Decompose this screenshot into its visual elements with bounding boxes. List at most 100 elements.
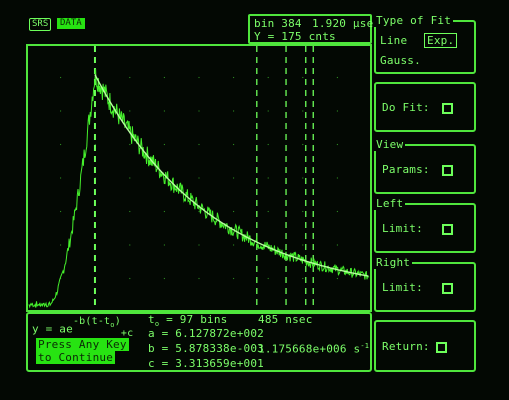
grid-dot	[129, 76, 131, 79]
view-params-button[interactable]: View Params:	[374, 138, 476, 194]
grid-dot	[233, 76, 235, 79]
grid-dot	[163, 277, 165, 280]
grid-dot	[336, 177, 338, 179]
t0-label: t	[148, 313, 155, 326]
return-label: Return:	[382, 340, 430, 353]
grid-dot	[198, 244, 200, 246]
do-fit-button[interactable]: Do Fit:	[374, 82, 476, 132]
grid-dot	[163, 76, 165, 79]
grid-dot	[233, 244, 235, 246]
formula-close: )	[114, 316, 121, 327]
cursor-bin: bin 384	[254, 17, 302, 30]
rate-text: 1.175668e+006 s	[258, 342, 361, 356]
grid-dot	[60, 110, 62, 112]
grid-dot	[129, 277, 131, 280]
right-limit-button[interactable]: Right Limit:	[374, 256, 476, 312]
grid-dot	[302, 177, 304, 179]
params-checkbox[interactable]	[442, 165, 453, 176]
to-continue: to Continue	[36, 351, 116, 364]
fit-formula: y = ae-b(t-to)+c	[32, 316, 133, 339]
grid-dot	[60, 143, 62, 146]
rate-value: 1.175668e+006 s-1	[258, 342, 369, 356]
grid-dot	[198, 76, 200, 79]
fit-gauss-option[interactable]: Gauss.	[380, 54, 421, 67]
fit-exp-label: Exp.	[424, 33, 458, 48]
grid-dot	[198, 177, 200, 179]
fit-line-option[interactable]: Line	[380, 34, 407, 47]
grid-dot	[198, 110, 200, 112]
cursor-y: Y = 175 cnts	[254, 30, 336, 43]
histogram-plot[interactable]	[26, 44, 372, 312]
grid-dot	[198, 143, 200, 146]
return-checkbox[interactable]	[436, 342, 447, 353]
grid-dot	[129, 244, 131, 246]
limit-markers	[93, 46, 314, 310]
press-any-key[interactable]: Press Any Key	[36, 338, 129, 351]
grid-dot	[233, 210, 235, 213]
left-limit-label: Limit:	[382, 222, 423, 235]
do-fit-label: Do Fit:	[382, 101, 430, 114]
plot-grid	[60, 76, 338, 280]
data-trace	[28, 68, 370, 309]
cursor-time: 1.920 μsec	[312, 17, 381, 30]
return-button[interactable]: Return:	[374, 320, 476, 372]
oscilloscope-screen: SRS DATA bin 384 1.920 μsec Y = 175 cnts…	[0, 0, 509, 400]
brand-tag: SRS	[29, 18, 52, 31]
grid-dot	[302, 143, 304, 146]
param-b: b = 5.878338e-003	[148, 342, 264, 355]
params-label: Params:	[382, 163, 430, 176]
grid-dot	[163, 143, 165, 146]
mode-tag: DATA	[57, 18, 85, 29]
view-title: View	[374, 138, 406, 151]
grid-dot	[302, 277, 304, 280]
grid-dot	[60, 244, 62, 246]
grid-dot	[60, 210, 62, 213]
left-limit-button[interactable]: Left Limit:	[374, 197, 476, 253]
fit-exp-option[interactable]: Exp.	[424, 33, 458, 48]
left-title: Left	[374, 197, 406, 210]
grid-dot	[60, 177, 62, 179]
grid-dot	[267, 143, 269, 146]
rate-exp: -1	[360, 342, 370, 350]
grid-dot	[267, 76, 269, 79]
grid-dot	[336, 143, 338, 146]
grid-dot	[302, 110, 304, 112]
grid-dot	[198, 210, 200, 213]
t0-value: = 97 bins	[166, 313, 228, 326]
grid-dot	[233, 177, 235, 179]
grid-dot	[302, 244, 304, 246]
t0-line: to = 97 bins	[148, 313, 227, 328]
grid-dot	[336, 277, 338, 280]
grid-dot	[336, 244, 338, 246]
grid-dot	[60, 76, 62, 79]
grid-dot	[267, 210, 269, 213]
fit-curve	[94, 74, 369, 277]
results-panel: y = ae-b(t-to)+c Press Any Key to Contin…	[26, 312, 372, 372]
right-limit-checkbox[interactable]	[442, 283, 453, 294]
to-continue-label: to Continue	[36, 351, 116, 364]
grid-dot	[336, 110, 338, 112]
grid-dot	[129, 110, 131, 112]
type-of-fit-group: Type of Fit Line Exp. Gauss.	[374, 14, 476, 74]
grid-dot	[336, 76, 338, 79]
grid-dot	[94, 110, 96, 112]
grid-dot	[163, 244, 165, 246]
grid-dot	[163, 210, 165, 213]
grid-dot	[94, 143, 96, 146]
param-a: a = 6.127872e+002	[148, 327, 264, 340]
right-title: Right	[374, 256, 413, 269]
type-of-fit-title: Type of Fit	[374, 14, 454, 27]
grid-dot	[302, 210, 304, 213]
grid-dot	[267, 110, 269, 112]
left-limit-checkbox[interactable]	[442, 224, 453, 235]
grid-dot	[129, 143, 131, 146]
right-limit-label: Limit:	[382, 281, 423, 294]
t0-time: 485 nsec	[258, 313, 313, 326]
press-any-label: Press Any Key	[36, 338, 129, 351]
formula-main: y = ae	[32, 322, 73, 336]
grid-dot	[336, 210, 338, 213]
do-fit-checkbox[interactable]	[442, 103, 453, 114]
grid-dot	[267, 277, 269, 280]
grid-dot	[233, 143, 235, 146]
grid-dot	[163, 110, 165, 112]
